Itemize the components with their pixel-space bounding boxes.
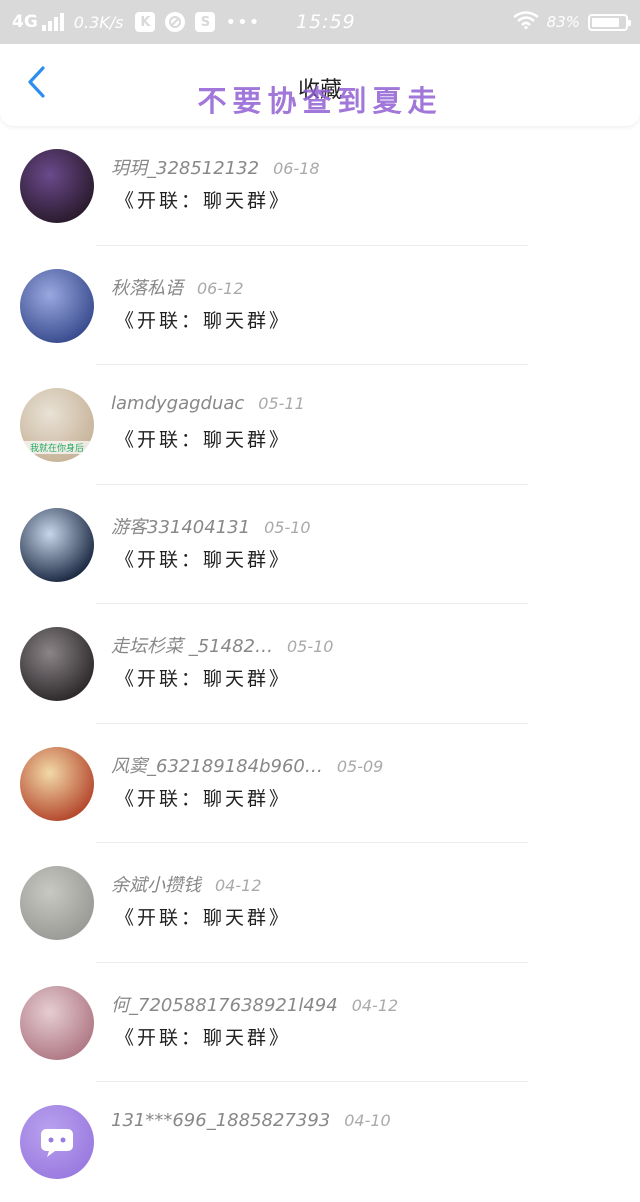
avatar[interactable] <box>20 507 94 582</box>
status-bar: 4G 0.3K/s K S ••• 15:59 83% <box>0 0 640 44</box>
avatar[interactable] <box>20 746 94 821</box>
item-date: 06-18 <box>273 159 320 178</box>
avatar[interactable] <box>20 1105 94 1179</box>
item-meta: 何_72058817638921l494 04-12 <box>111 991 398 1017</box>
user-name[interactable]: lamdygagduac <box>111 393 244 414</box>
item-meta: 秋落私语 06-12 <box>111 274 244 300</box>
user-name[interactable]: 何_72058817638921l494 <box>111 995 338 1016</box>
battery-percent: 83% <box>546 13 580 31</box>
user-name[interactable]: 秋落私语 <box>111 278 183 299</box>
avatar[interactable] <box>20 627 94 701</box>
list-item[interactable]: 秋落私语 06-12 《开联：聊天群》 <box>0 246 640 365</box>
kuaishou-app-icon: K <box>135 12 156 32</box>
avatar[interactable] <box>20 149 94 223</box>
item-message: 《开联：聊天群》 <box>115 668 292 690</box>
list-item[interactable]: 何_72058817638921l494 04-12 《开联：聊天群》 <box>0 963 640 1082</box>
avatar[interactable] <box>20 985 94 1060</box>
user-name[interactable]: 玥玥_328512132 <box>111 158 259 179</box>
item-meta: 走坛杉菜 _51482… 05-10 <box>111 632 333 658</box>
signal-icon <box>41 13 64 31</box>
list-item[interactable]: 游客331404131 05-10 《开联：聊天群》 <box>0 485 640 604</box>
user-name[interactable]: 风窦_632189184b960… <box>111 756 323 777</box>
list-item[interactable]: 131***696_1885827393 04-10 <box>0 1082 640 1202</box>
wifi-icon <box>512 10 539 34</box>
network-speed: 0.3K/s <box>73 12 124 32</box>
network-type: 4G <box>12 12 38 32</box>
clock: 15:59 <box>296 11 356 33</box>
item-date: 04-12 <box>215 876 262 895</box>
list-item[interactable]: 我就在你身后 lamdygagduac 05-11 《开联：聊天群》 <box>0 365 640 485</box>
user-name[interactable]: 余斌小攒钱 <box>111 875 201 896</box>
item-message: 《开联：聊天群》 <box>115 429 292 451</box>
more-notifications-icon: ••• <box>225 11 261 33</box>
item-message: 《开联：聊天群》 <box>115 309 292 332</box>
item-meta: 风窦_632189184b960… 05-09 <box>111 752 383 778</box>
user-name[interactable]: 游客331404131 <box>111 517 250 538</box>
list-item[interactable]: 风窦_632189184b960… 05-09 《开联：聊天群》 <box>0 724 640 843</box>
avatar[interactable] <box>20 866 94 940</box>
overlay-caption: 不要协查到夏走 <box>197 84 443 118</box>
item-date: 05-11 <box>258 394 305 413</box>
battery-icon <box>588 13 631 31</box>
item-message: 《开联：聊天群》 <box>115 1026 292 1049</box>
item-message: 《开联：聊天群》 <box>115 548 292 571</box>
item-date: 05-10 <box>264 517 311 537</box>
browser-app-icon <box>165 12 186 32</box>
app-s-icon: S <box>195 12 216 32</box>
avatar-caption: 我就在你身后 <box>20 441 94 454</box>
item-message: 《开联：聊天群》 <box>115 907 292 929</box>
item-date: 04-12 <box>351 995 399 1015</box>
header: 收藏 不要协查到夏走 <box>0 44 640 126</box>
avatar[interactable]: 我就在你身后 <box>20 388 94 462</box>
user-name[interactable]: 131***696_1885827393 <box>111 1110 330 1131</box>
item-meta: 游客331404131 05-10 <box>111 513 311 539</box>
item-meta: 玥玥_328512132 06-18 <box>111 154 320 180</box>
favorites-list: 玥玥_328512132 06-18 《开联：聊天群》 秋落私语 06-12 《开联：聊天… <box>0 126 640 1202</box>
item-meta: 余斌小攒钱 04-12 <box>111 871 262 897</box>
list-item[interactable]: 余斌小攒钱 04-12 《开联：聊天群》 <box>0 843 640 963</box>
item-date: 06-12 <box>197 278 244 298</box>
item-meta: 131***696_1885827393 04-10 <box>111 1110 391 1131</box>
chat-bubble-icon <box>20 1105 94 1179</box>
item-date: 04-10 <box>344 1111 391 1130</box>
list-item[interactable]: 走坛杉菜 _51482… 05-10 《开联：聊天群》 <box>0 604 640 724</box>
item-message: 《开联：聊天群》 <box>115 787 292 810</box>
avatar[interactable] <box>20 268 94 343</box>
item-meta: lamdygagduac 05-11 <box>111 393 305 414</box>
list-item[interactable]: 玥玥_328512132 06-18 《开联：聊天群》 <box>0 126 640 246</box>
user-name[interactable]: 走坛杉菜 _51482… <box>111 636 273 657</box>
item-date: 05-09 <box>336 756 384 776</box>
item-date: 05-10 <box>286 637 334 656</box>
item-message: 《开联：聊天群》 <box>115 190 292 212</box>
